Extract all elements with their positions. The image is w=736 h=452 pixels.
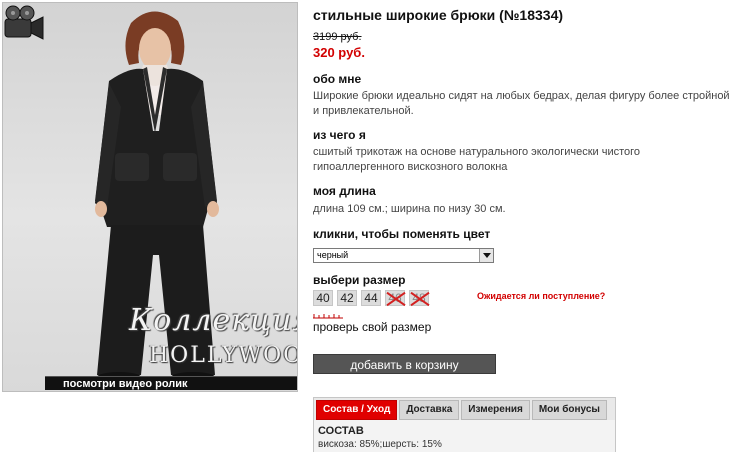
collection-brand-text: HOLLYWOOD [149,343,297,368]
product-title: стильные широкие брюки (№18334) [313,7,564,23]
length-heading: моя длина [313,184,376,198]
size-option[interactable]: 44 [361,290,381,306]
chevron-down-icon[interactable] [479,249,493,262]
collection-logo: Коллекция HOLLYWOOD [121,303,297,373]
length-text: длина 109 см.; ширина по низу 30 см. [313,203,506,215]
tab-content-title: СОСТАВ [318,425,364,437]
tab-bonuses[interactable]: Мои бонусы [531,400,607,420]
tab-bar: Состав / Уход Доставка Измерения Мои бон… [314,398,615,420]
size-option[interactable]: 42 [337,290,357,306]
availability-inquiry-link[interactable]: Ожидается ли поступление? [477,291,605,301]
product-photo[interactable]: Коллекция HOLLYWOOD посмотри видео ролик [2,2,298,392]
material-heading: из чего я [313,128,366,142]
size-option[interactable]: 40 [313,290,333,306]
tab-content: СОСТАВ вискоза: 85%;шерсть: 15% [314,420,615,452]
color-select-value: черный [317,250,349,260]
size-option-unavailable[interactable]: 46 [385,290,405,306]
watch-video-link[interactable]: посмотри видео ролик [45,376,297,390]
size-heading: выбери размер [313,273,406,287]
add-to-cart-button[interactable]: добавить в корзину [313,354,496,374]
tab-content-text: вискоза: 85%;шерсть: 15% [318,439,442,450]
check-size-link[interactable]: проверь свой размер [313,320,431,334]
info-tabs: Состав / Уход Доставка Измерения Мои бон… [313,397,616,452]
material-text: сшитый трикотаж на основе натурального э… [313,146,641,173]
size-options: 40 42 44 46 48 [313,290,429,306]
tab-measurements[interactable]: Измерения [461,400,530,420]
old-price: 3199 руб. [313,31,362,43]
color-heading: кликни, чтобы поменять цвет [313,227,491,241]
tab-delivery[interactable]: Доставка [399,400,460,420]
about-text: Широкие брюки идеально сидят на любых бе… [313,90,730,117]
collection-script-text: Коллекция [129,303,298,338]
tab-composition-care[interactable]: Состав / Уход [316,400,398,420]
new-price: 320 руб. [313,45,365,60]
color-select[interactable]: черный [313,248,494,263]
size-option-unavailable[interactable]: 48 [409,290,429,306]
video-camera-icon[interactable] [3,3,45,45]
about-heading: обо мне [313,72,362,86]
ruler-icon [313,314,343,319]
